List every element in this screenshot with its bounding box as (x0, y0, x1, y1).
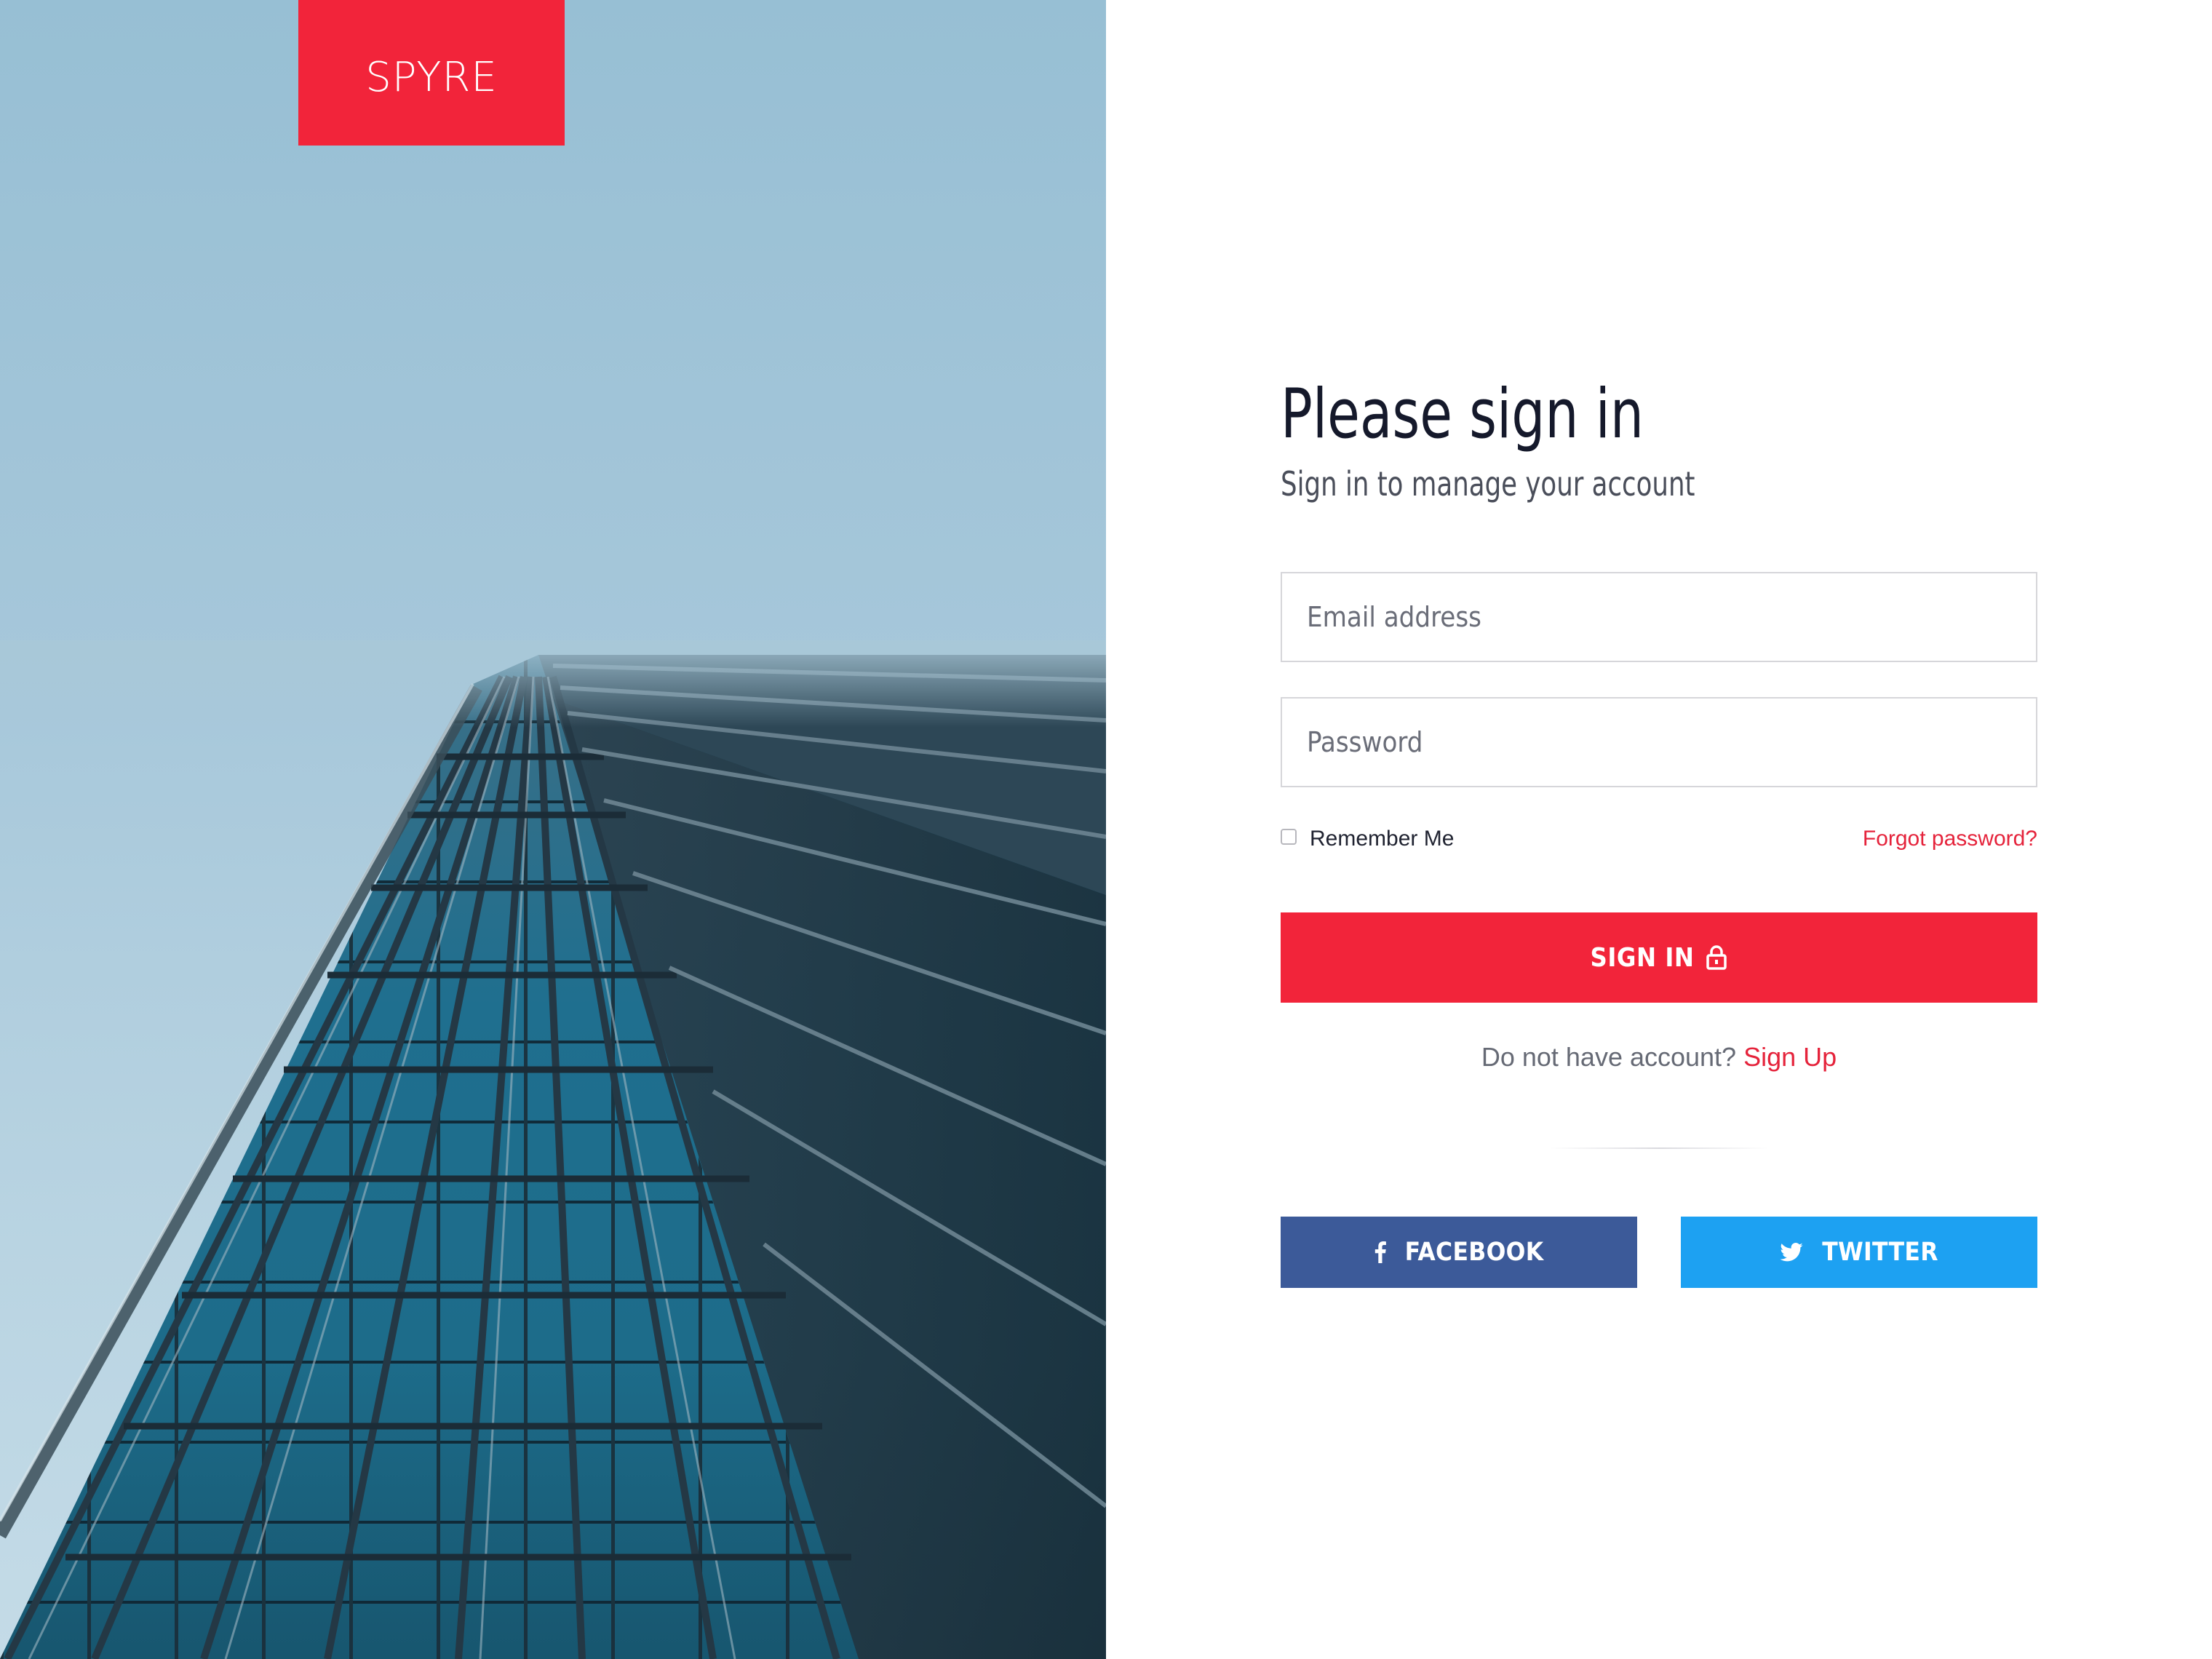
logo[interactable]: SPYRE (298, 0, 565, 146)
password-field[interactable] (1281, 697, 2037, 787)
remember-me-checkbox[interactable] (1281, 829, 1297, 845)
twitter-login-button[interactable]: TWITTER (1681, 1217, 2037, 1288)
signin-form: Please sign in Sign in to manage your ac… (1281, 0, 2037, 1659)
page-subtitle: Sign in to manage your account (1281, 464, 1695, 504)
skyscraper-image (0, 640, 1106, 1659)
form-options-row: Remember Me Forgot password? (1281, 821, 2037, 857)
divider (1550, 1147, 1768, 1149)
facebook-label: FACEBOOK (1404, 1238, 1544, 1267)
remember-me-label: Remember Me (1310, 827, 1455, 851)
remember-me[interactable]: Remember Me (1281, 821, 1454, 857)
forgot-password-link[interactable]: Forgot password? (1863, 821, 2037, 857)
hero-photo-panel: SPYRE (0, 0, 1106, 1659)
sign-in-label: SIGN IN (1590, 942, 1695, 973)
sign-in-button[interactable]: SIGN IN (1281, 912, 2037, 1003)
signup-prompt: Do not have account? (1481, 1042, 1737, 1072)
signup-row: Do not have account? Sign Up (1281, 1039, 2037, 1075)
page-title: Please sign in (1281, 375, 1644, 454)
email-field[interactable] (1281, 572, 2037, 662)
facebook-icon (1374, 1241, 1386, 1263)
lock-icon (1706, 945, 1727, 970)
logo-text: SPYRE (365, 53, 498, 101)
twitter-icon (1780, 1243, 1803, 1262)
sign-up-link[interactable]: Sign Up (1743, 1042, 1837, 1072)
twitter-label: TWITTER (1822, 1238, 1938, 1267)
facebook-login-button[interactable]: FACEBOOK (1281, 1217, 1637, 1288)
